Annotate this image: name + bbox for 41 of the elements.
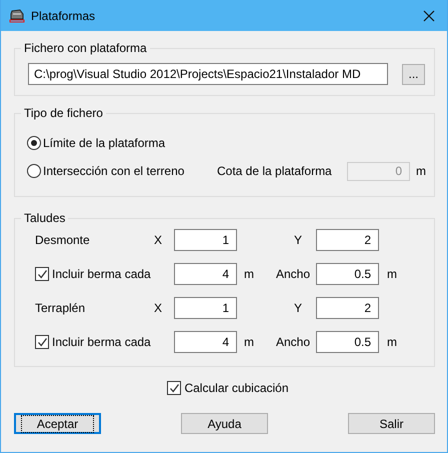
field-label: Y [293,301,304,315]
unit-label: m [243,267,255,281]
berma-interval-field[interactable]: 4 [174,263,237,285]
berma-checkbox[interactable]: Incluir berma cada [35,335,154,349]
field-label: Ancho [276,267,312,281]
x-field[interactable]: 1 [174,297,237,319]
section-label: Desmonte [35,233,91,247]
group-title: Tipo de fichero [23,106,104,120]
group-title: Taludes [23,211,66,225]
unit-label: m [386,335,398,349]
field-label: X [154,233,164,247]
unit-label: m [386,267,398,281]
unit-label: m [416,164,426,178]
dialog-button[interactable]: Salir [348,413,435,434]
radio-option[interactable]: Límite de la plataforma [27,136,217,150]
field-label: X [154,301,164,315]
calculate-checkbox[interactable]: Calcular cubicación [167,381,289,395]
y-field[interactable]: 2 [316,297,379,319]
field-label: Cota de la plataforma [217,164,333,178]
y-field[interactable]: 2 [316,229,379,251]
field-label: Y [293,233,304,247]
file-path-field[interactable]: C:\prog\Visual Studio 2012\Projects\Espacio21\Instalador MD [28,63,388,85]
section-label: Terraplén [35,301,86,315]
checkmark-icon [168,382,180,394]
unit-label: m [243,335,255,349]
close-icon[interactable] [423,10,435,22]
width-field[interactable]: 0.5 [316,263,379,285]
berma-checkbox[interactable]: Incluir berma cada [35,267,154,281]
dialog-button[interactable]: Aceptar [14,413,101,434]
dialog-button[interactable]: Ayuda [181,413,268,434]
width-field[interactable]: 0.5 [316,331,379,353]
x-field[interactable]: 1 [174,229,237,251]
browse-button[interactable]: ... [402,64,425,84]
radio-option[interactable]: Intersección con el terreno [27,164,217,178]
berma-interval-field[interactable]: 4 [174,331,237,353]
group-title: Fichero con plataforma [23,41,148,55]
field-label: Ancho [276,335,312,349]
printer-icon [9,8,25,22]
checkmark-icon [36,336,48,348]
window-title: Plataformas [31,8,96,22]
checkmark-icon [36,268,48,280]
